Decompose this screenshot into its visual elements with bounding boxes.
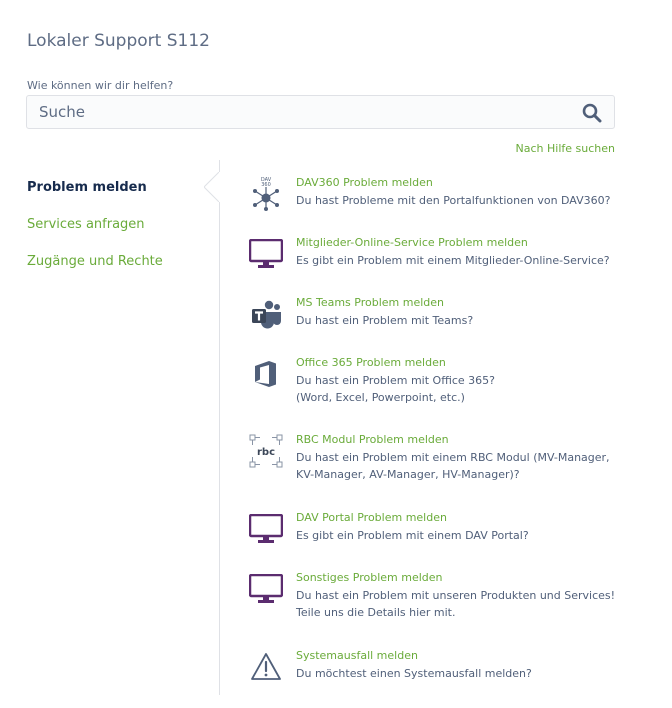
- monitor-icon: [248, 511, 284, 547]
- rbc-icon: rbc: [248, 433, 284, 469]
- monitor-icon: [248, 571, 284, 607]
- request-title: RBC Modul Problem melden: [296, 433, 449, 446]
- dav360-icon: DAV 360: [248, 176, 284, 212]
- help-search-link[interactable]: Nach Hilfe suchen: [516, 142, 615, 155]
- request-description: Du hast ein Problem mit Teams?: [296, 314, 474, 327]
- page-title: Lokaler Support S112: [27, 31, 210, 51]
- request-title: Mitglieder-Online-Service Problem melden: [296, 236, 528, 249]
- request-description: Es gibt ein Problem mit einem Mitglieder…: [296, 254, 610, 267]
- request-type-dav-portal[interactable]: DAV Portal Problem melden Es gibt ein Pr…: [244, 511, 664, 547]
- search-input[interactable]: [27, 96, 567, 128]
- request-description: Du hast ein Problem mit einem RBC Modul …: [296, 451, 610, 481]
- request-description: Du hast Probleme mit den Portalfunktione…: [296, 194, 611, 207]
- request-description: Du möchtest einen Systemausfall melden?: [296, 667, 532, 680]
- sidebar-item-zugaenge-und-rechte[interactable]: Zugänge und Rechte: [27, 254, 163, 269]
- request-type-ms-teams[interactable]: MS Teams Problem melden Du hast ein Prob…: [244, 296, 664, 332]
- request-description: Es gibt ein Problem mit einem DAV Portal…: [296, 529, 529, 542]
- request-title: DAV Portal Problem melden: [296, 511, 447, 524]
- warning-icon: [248, 649, 284, 685]
- search-box: [26, 95, 615, 129]
- request-type-office-365[interactable]: Office 365 Problem melden Du hast ein Pr…: [244, 356, 664, 408]
- request-title: MS Teams Problem melden: [296, 296, 445, 309]
- request-type-dav360[interactable]: DAV 360 DAV360 Problem melden Du hast Pr…: [244, 176, 664, 212]
- rbc-label: rbc: [257, 447, 275, 458]
- teams-icon: [248, 296, 284, 332]
- request-description: Du hast ein Problem mit Office 365? (Wor…: [296, 374, 495, 404]
- sidebar-item-services-anfragen[interactable]: Services anfragen: [27, 217, 145, 232]
- request-type-mitglieder-online-service[interactable]: Mitglieder-Online-Service Problem melden…: [244, 236, 664, 272]
- request-title: Systemausfall melden: [296, 649, 418, 662]
- divider: [219, 160, 220, 695]
- monitor-icon: [248, 236, 284, 272]
- search-icon[interactable]: [582, 103, 602, 123]
- request-title: Office 365 Problem melden: [296, 356, 446, 369]
- request-type-rbc-modul[interactable]: rbc RBC Modul Problem melden Du hast ein…: [244, 433, 664, 485]
- request-type-systemausfall[interactable]: Systemausfall melden Du möchtest einen S…: [244, 649, 664, 685]
- request-title: Sonstiges Problem melden: [296, 571, 443, 584]
- search-label: Wie können wir dir helfen?: [27, 79, 174, 92]
- office-icon: [248, 356, 284, 392]
- sidebar-item-problem-melden[interactable]: Problem melden: [27, 180, 147, 195]
- request-type-sonstiges[interactable]: Sonstiges Problem melden Du hast ein Pro…: [244, 571, 664, 623]
- request-description: Du hast ein Problem mit unseren Produkte…: [296, 589, 616, 619]
- request-title: DAV360 Problem melden: [296, 176, 433, 189]
- active-indicator: [204, 172, 234, 202]
